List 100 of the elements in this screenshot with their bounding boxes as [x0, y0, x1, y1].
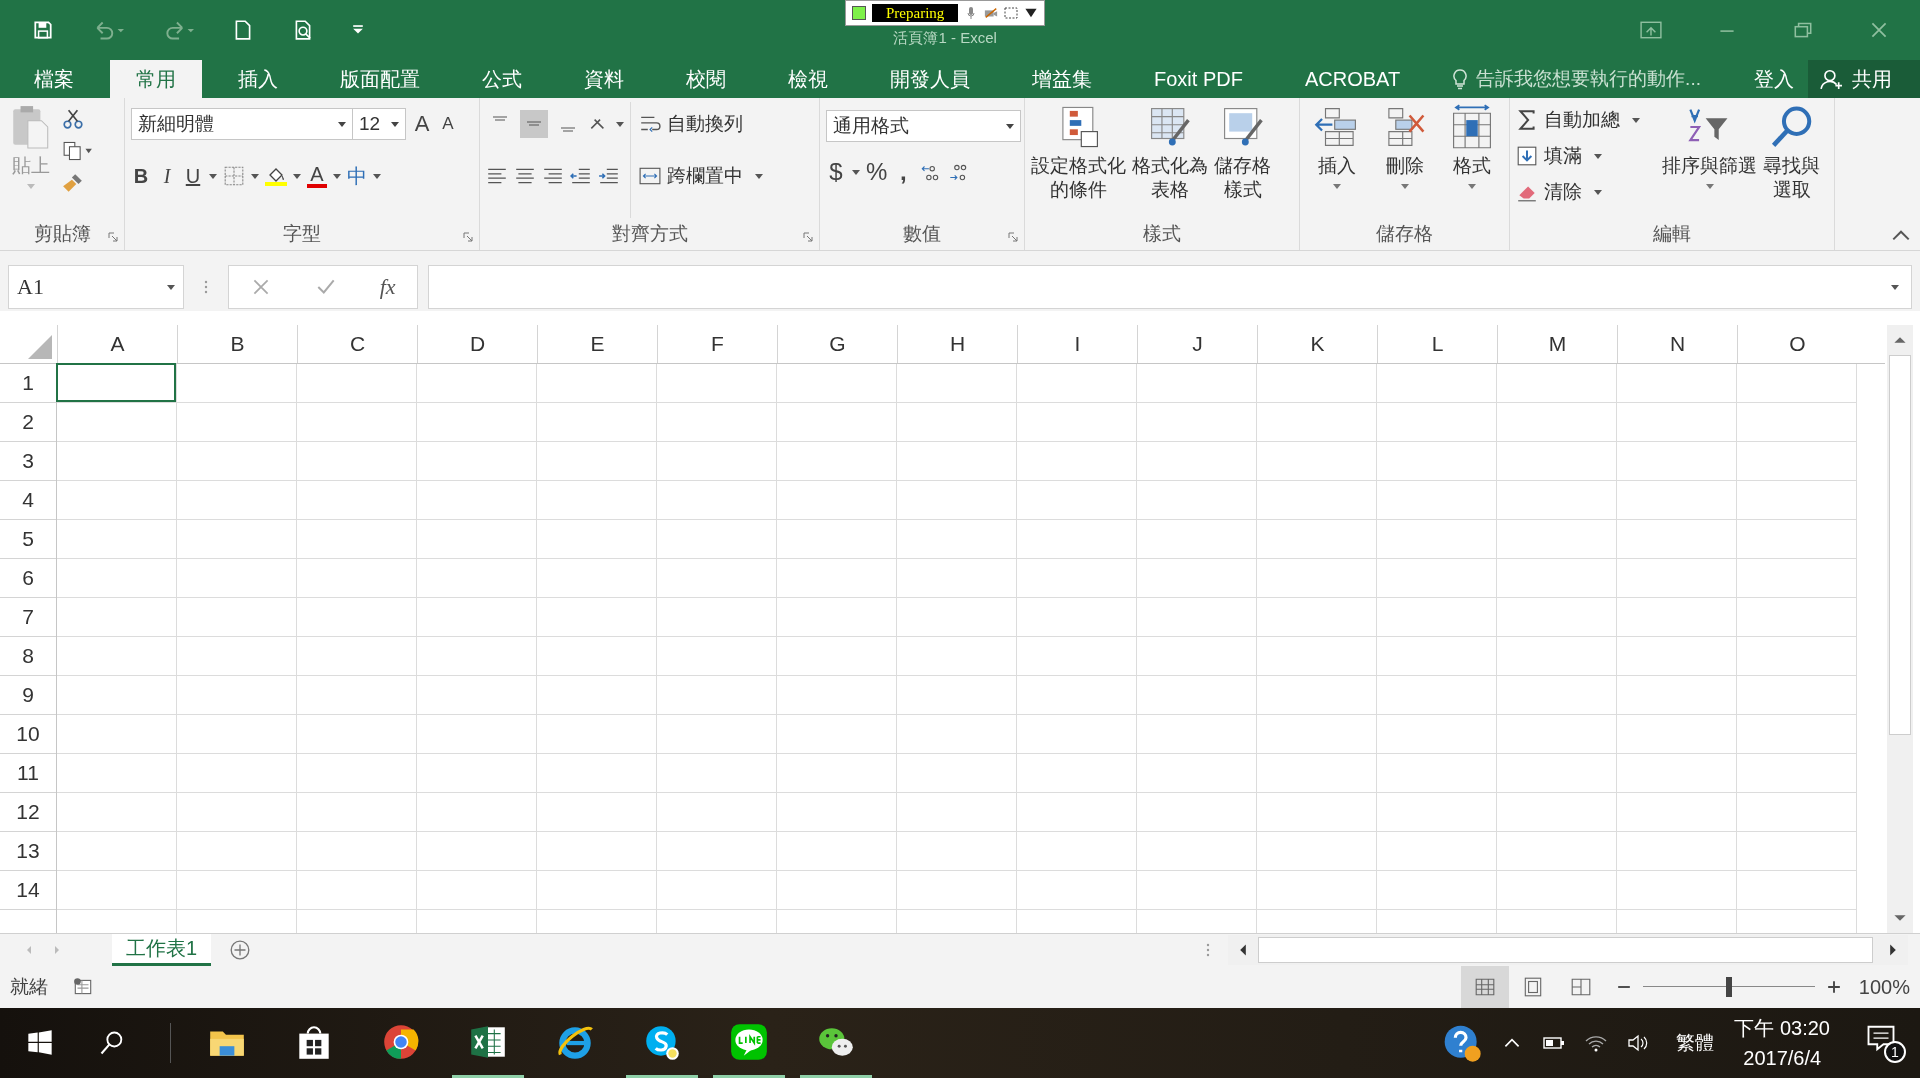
dialog-launcher-icon[interactable]	[108, 232, 118, 242]
autosum-button[interactable]: 自動加總	[1516, 102, 1656, 138]
camera-off-icon[interactable]	[984, 6, 999, 20]
format-painter-icon[interactable]	[62, 172, 84, 194]
restore-icon[interactable]	[1792, 21, 1814, 39]
vertical-scrollbar[interactable]	[1887, 325, 1913, 933]
percent-button[interactable]: %	[866, 158, 888, 186]
ribbon-tab[interactable]: 檢視	[762, 60, 854, 98]
bold-button[interactable]: B	[131, 164, 151, 188]
column-header[interactable]: J	[1137, 325, 1257, 363]
stop-icon[interactable]	[852, 6, 866, 20]
column-header[interactable]: C	[297, 325, 417, 363]
caret-icon[interactable]	[616, 121, 624, 127]
row-header[interactable]: 13	[0, 832, 56, 871]
row-header[interactable]: 5	[0, 520, 56, 559]
grow-font-button[interactable]: A	[412, 111, 432, 137]
row-header[interactable]: 1	[0, 364, 56, 403]
input-method[interactable]: 繁體	[1676, 1030, 1715, 1056]
sign-in-link[interactable]: 登入	[1740, 60, 1808, 98]
formula-field[interactable]	[428, 265, 1912, 309]
column-header[interactable]: A	[57, 325, 177, 363]
sheet-tab[interactable]: 工作表1	[112, 934, 212, 966]
italic-button[interactable]: I	[157, 164, 177, 188]
caret-icon[interactable]	[333, 173, 341, 179]
caret-icon[interactable]	[251, 173, 259, 179]
ribbon-tab[interactable]: Foxit PDF	[1128, 60, 1269, 98]
collapse-ribbon-icon[interactable]	[1890, 228, 1912, 242]
font-name-field[interactable]: 新細明體	[131, 108, 353, 140]
style-button[interactable]: 設定格式化 的條件	[1031, 102, 1126, 218]
save-icon[interactable]	[32, 19, 54, 41]
ribbon-tab[interactable]: 檔案	[8, 60, 100, 98]
customize-caret-icon[interactable]	[352, 24, 364, 36]
ribbon-tab[interactable]: ACROBAT	[1278, 60, 1427, 98]
zoom-slider[interactable]	[1642, 977, 1815, 997]
ribbon-tab[interactable]: 常用	[110, 60, 202, 98]
cell-grid[interactable]	[57, 364, 1857, 933]
caret-icon[interactable]	[293, 173, 301, 179]
scroll-thumb[interactable]	[1258, 937, 1873, 963]
column-header[interactable]: F	[657, 325, 777, 363]
column-header[interactable]: I	[1017, 325, 1137, 363]
currency-button[interactable]: $	[826, 158, 846, 186]
row-header[interactable]: 2	[0, 403, 56, 442]
column-header[interactable]: B	[177, 325, 297, 363]
ribbon-tab[interactable]: 公式	[456, 60, 548, 98]
share-button[interactable]: 共用	[1808, 60, 1920, 98]
caret-icon[interactable]	[373, 173, 381, 179]
column-header[interactable]: M	[1497, 325, 1617, 363]
ribbon-tab[interactable]: 版面配置	[314, 60, 446, 98]
dialog-launcher-icon[interactable]	[1008, 232, 1018, 242]
clock[interactable]: 下午 03:20 2017/6/4	[1734, 1013, 1830, 1073]
column-header[interactable]: D	[417, 325, 537, 363]
row-header[interactable]: 3	[0, 442, 56, 481]
column-header[interactable]: G	[777, 325, 897, 363]
windows-start-icon[interactable]	[26, 1029, 54, 1057]
ribbon-tab[interactable]: 增益集	[1006, 60, 1118, 98]
name-box[interactable]: A1	[8, 265, 184, 309]
shrink-font-button[interactable]: A	[438, 114, 458, 134]
number-format-field[interactable]: 通用格式	[826, 110, 1021, 142]
clear-button[interactable]: 清除	[1516, 174, 1656, 210]
ribbon-tab[interactable]: 資料	[558, 60, 650, 98]
dialog-launcher-icon[interactable]	[463, 232, 473, 242]
column-header[interactable]: N	[1617, 325, 1737, 363]
comma-style-button[interactable]: ,	[893, 158, 914, 186]
ribbon-display-icon[interactable]	[1640, 21, 1662, 39]
help-icon[interactable]	[1442, 1023, 1483, 1063]
cells-button[interactable]: 插入	[1306, 102, 1368, 218]
scissors-icon[interactable]	[62, 108, 84, 130]
add-sheet-icon[interactable]	[229, 939, 252, 961]
tell-me-field[interactable]: 告訴我您想要執行的動作...	[1452, 60, 1729, 98]
font-color-button[interactable]: A	[307, 164, 327, 188]
scroll-thumb[interactable]	[1889, 355, 1911, 735]
region-select-icon[interactable]	[1004, 6, 1019, 20]
zoom-slider-thumb[interactable]	[1725, 977, 1732, 997]
merge-center-button[interactable]: 跨欄置中	[639, 154, 763, 198]
ribbon-tab[interactable]: 開發人員	[864, 60, 996, 98]
phonetic-button[interactable]: 中	[347, 162, 367, 190]
dialog-launcher-icon[interactable]	[803, 232, 813, 242]
copy-icon[interactable]	[62, 140, 94, 162]
row-header[interactable]: 12	[0, 793, 56, 832]
font-size-field[interactable]: 12	[352, 108, 406, 140]
wrap-text-button[interactable]: 自動換列	[639, 102, 763, 146]
column-header[interactable]: E	[537, 325, 657, 363]
row-header[interactable]: 4	[0, 481, 56, 520]
style-button[interactable]: 儲存格 樣式	[1214, 102, 1271, 218]
action-center[interactable]: 1	[1866, 1023, 1906, 1063]
row-header[interactable]: 8	[0, 637, 56, 676]
column-header[interactable]: H	[897, 325, 1017, 363]
zoom-level[interactable]: 100%	[1858, 975, 1910, 999]
column-header[interactable]: L	[1377, 325, 1497, 363]
row-header[interactable]: 6	[0, 559, 56, 598]
row-header[interactable]: 10	[0, 715, 56, 754]
zoom-in-icon[interactable]	[1826, 980, 1841, 994]
cells-button[interactable]: 格式	[1441, 102, 1503, 218]
row-header[interactable]: 14	[0, 871, 56, 910]
insert-function-button[interactable]: fx	[379, 274, 396, 300]
row-header[interactable]: 11	[0, 754, 56, 793]
caret-icon[interactable]	[209, 173, 217, 179]
style-button[interactable]: 格式化為 表格	[1132, 102, 1208, 218]
expand-icon[interactable]	[1891, 284, 1899, 290]
ribbon-tab[interactable]: 校閱	[660, 60, 752, 98]
